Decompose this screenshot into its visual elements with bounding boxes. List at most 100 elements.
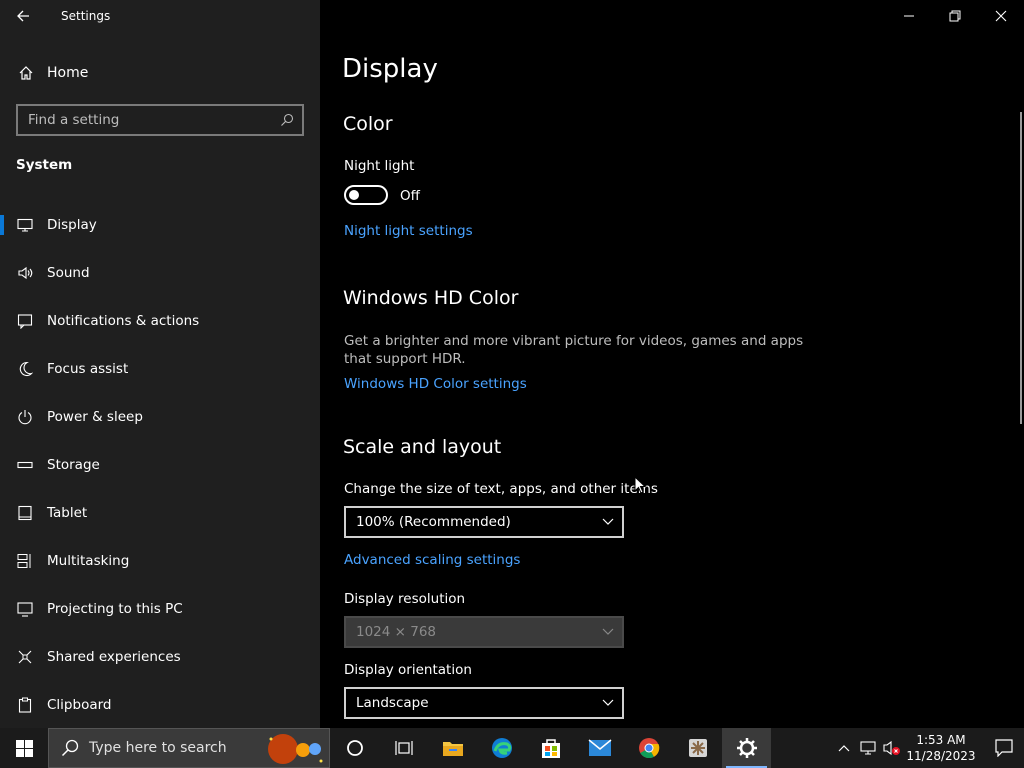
tray-overflow-button[interactable] (832, 728, 856, 768)
night-light-settings-link[interactable]: Night light settings (344, 223, 473, 239)
chevron-down-icon (602, 628, 614, 635)
system-tray: 1:53 AM 11/28/2023 (832, 728, 1024, 768)
network-icon (860, 741, 876, 755)
sidebar-nav: Display Sound Notifications & actions Fo… (0, 208, 320, 736)
chrome-button[interactable] (624, 728, 673, 768)
notification-icon (995, 739, 1013, 757)
sidebar-item-label: Focus assist (47, 361, 129, 377)
orientation-label: Display orientation (344, 662, 472, 678)
sidebar-item-label: Tablet (47, 505, 88, 521)
sidebar-item-multitasking[interactable]: Multitasking (0, 544, 320, 592)
sidebar-item-power[interactable]: Power & sleep (0, 400, 320, 448)
clipboard-icon (16, 696, 34, 714)
store-button[interactable] (526, 728, 575, 768)
restore-button[interactable] (932, 0, 978, 32)
settings-taskbar-button[interactable] (722, 728, 771, 768)
cortana-icon (346, 740, 363, 756)
night-light-label: Night light (344, 158, 415, 174)
clock[interactable]: 1:53 AM 11/28/2023 (904, 732, 978, 764)
projecting-icon (16, 600, 34, 618)
section-title: System (16, 157, 73, 173)
chevron-up-icon (838, 745, 850, 752)
chevron-down-icon (602, 699, 614, 706)
action-center-button[interactable] (984, 728, 1024, 768)
task-view-icon (394, 741, 413, 755)
night-light-toggle[interactable] (344, 185, 388, 205)
sidebar-item-focus-assist[interactable]: Focus assist (0, 352, 320, 400)
volume-button[interactable] (880, 728, 904, 768)
scale-dropdown[interactable]: 100% (Recommended) (344, 506, 624, 538)
cortana-button[interactable] (330, 728, 379, 768)
back-arrow-icon (17, 10, 29, 22)
sidebar-item-label: Clipboard (47, 697, 112, 713)
pinned-app-button[interactable] (673, 728, 722, 768)
minimize-button[interactable] (886, 0, 932, 32)
task-view-button[interactable] (379, 728, 428, 768)
volume-muted-icon (883, 740, 900, 756)
tablet-icon (16, 504, 34, 522)
resolution-label: Display resolution (344, 591, 466, 607)
mail-button[interactable] (575, 728, 624, 768)
sidebar-item-projecting[interactable]: Projecting to this PC (0, 592, 320, 640)
sidebar-item-label: Power & sleep (47, 409, 143, 425)
power-icon (16, 408, 34, 426)
search-icon (61, 739, 79, 757)
chrome-icon (638, 738, 659, 759)
edge-button[interactable] (477, 728, 526, 768)
speaker-icon (16, 264, 34, 282)
taskbar-search-text: Type here to search (89, 740, 227, 756)
network-button[interactable] (856, 728, 880, 768)
hdr-heading: Windows HD Color (343, 287, 519, 309)
clock-time: 1:53 AM (916, 733, 966, 747)
start-button[interactable] (0, 728, 48, 768)
multitasking-icon (16, 552, 34, 570)
restore-icon (949, 10, 961, 22)
settings-search[interactable] (16, 104, 304, 136)
home-icon (17, 64, 35, 82)
color-heading: Color (343, 113, 393, 135)
search-icon[interactable] (272, 113, 302, 127)
file-explorer-button[interactable] (428, 728, 477, 768)
window-controls (886, 0, 1024, 32)
back-button[interactable] (0, 0, 46, 32)
storage-icon (16, 456, 34, 474)
sidebar-item-label: Storage (47, 457, 100, 473)
shared-icon (16, 648, 34, 666)
mail-icon (588, 739, 611, 756)
sidebar-item-shared-experiences[interactable]: Shared experiences (0, 640, 320, 688)
sidebar-item-display[interactable]: Display (0, 208, 320, 256)
notification-icon (16, 312, 34, 330)
search-input[interactable] (18, 112, 272, 128)
resolution-dropdown[interactable]: 1024 × 768 (344, 616, 624, 648)
hdr-settings-link[interactable]: Windows HD Color settings (344, 376, 527, 392)
windows-logo-icon (15, 739, 33, 757)
taskbar-search[interactable]: Type here to search (48, 728, 330, 768)
home-label: Home (47, 65, 89, 81)
sidebar-item-storage[interactable]: Storage (0, 448, 320, 496)
hdr-description: Get a brighter and more vibrant picture … (344, 333, 804, 367)
chevron-down-icon (602, 518, 614, 525)
store-icon (541, 739, 560, 758)
advanced-scaling-link[interactable]: Advanced scaling settings (344, 552, 520, 568)
page-title: Display (342, 54, 438, 84)
search-highlight-icon (268, 734, 323, 764)
scale-value: 100% (Recommended) (356, 514, 511, 530)
taskbar: Type here to search 1:53 AM 11/28/2023 (0, 728, 1024, 768)
file-explorer-icon (442, 742, 463, 756)
sidebar-item-label: Multitasking (47, 553, 130, 569)
sidebar-item-label: Display (47, 217, 97, 233)
sidebar-item-tablet[interactable]: Tablet (0, 496, 320, 544)
sidebar-item-sound[interactable]: Sound (0, 256, 320, 304)
sidebar: Settings Home System Display Sound Notif… (0, 0, 320, 728)
sidebar-item-notifications[interactable]: Notifications & actions (0, 304, 320, 352)
edge-icon (491, 738, 512, 758)
orientation-dropdown[interactable]: Landscape (344, 687, 624, 719)
sidebar-item-label: Shared experiences (47, 649, 181, 665)
app-title: Settings (61, 9, 111, 23)
resolution-value: 1024 × 768 (356, 624, 437, 640)
scrollbar[interactable] (1020, 112, 1022, 424)
close-button[interactable] (978, 0, 1024, 32)
app-icon (688, 739, 707, 757)
mouse-cursor-icon (634, 476, 646, 494)
sidebar-item-home[interactable]: Home (0, 56, 320, 90)
